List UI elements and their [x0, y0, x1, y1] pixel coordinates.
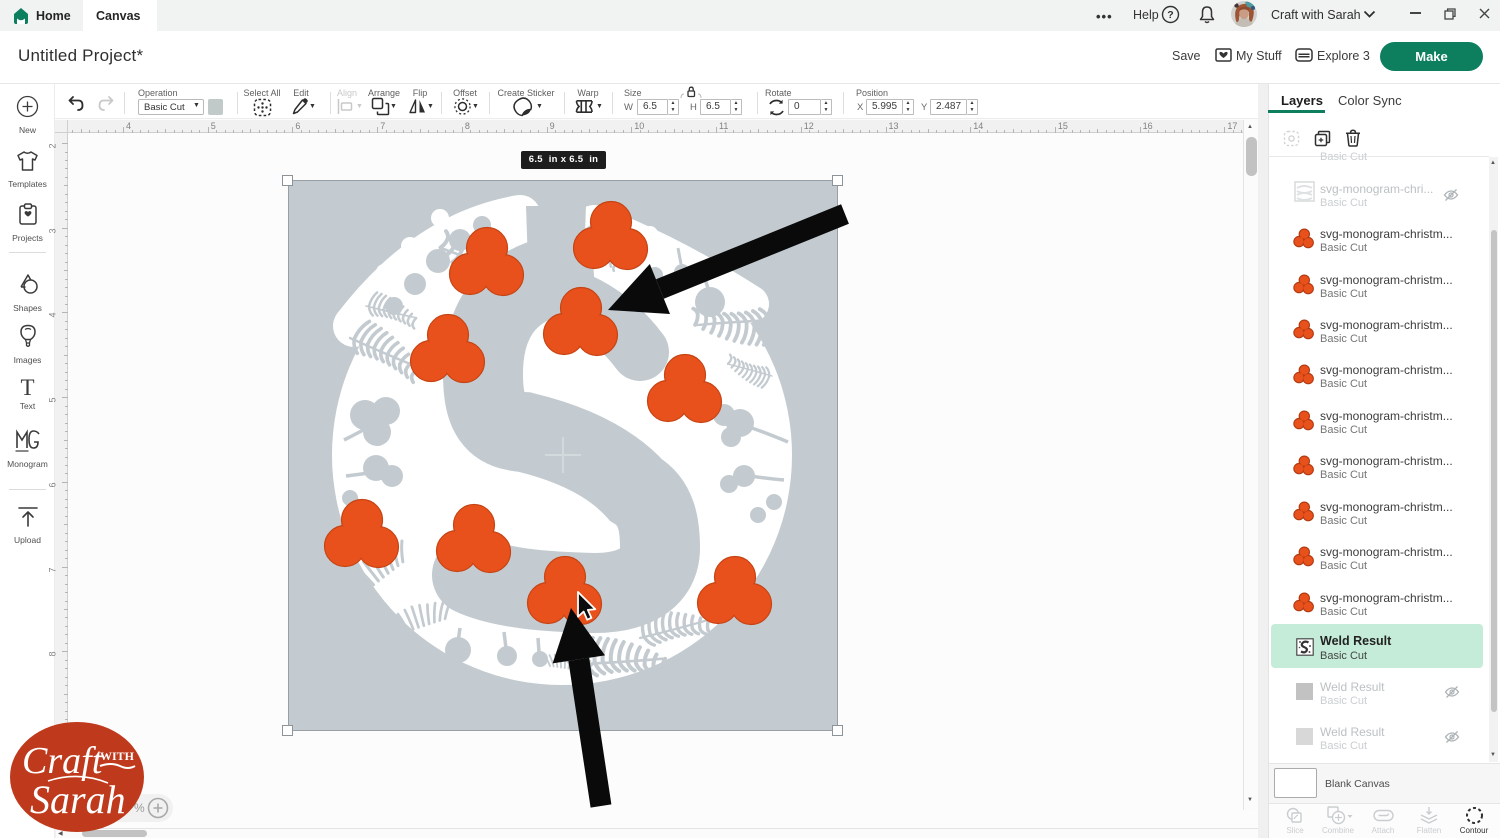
svg-text:Sarah: Sarah [30, 777, 126, 822]
svg-text:Craft: Craft [22, 740, 104, 782]
svg-text:WITH: WITH [100, 749, 135, 763]
